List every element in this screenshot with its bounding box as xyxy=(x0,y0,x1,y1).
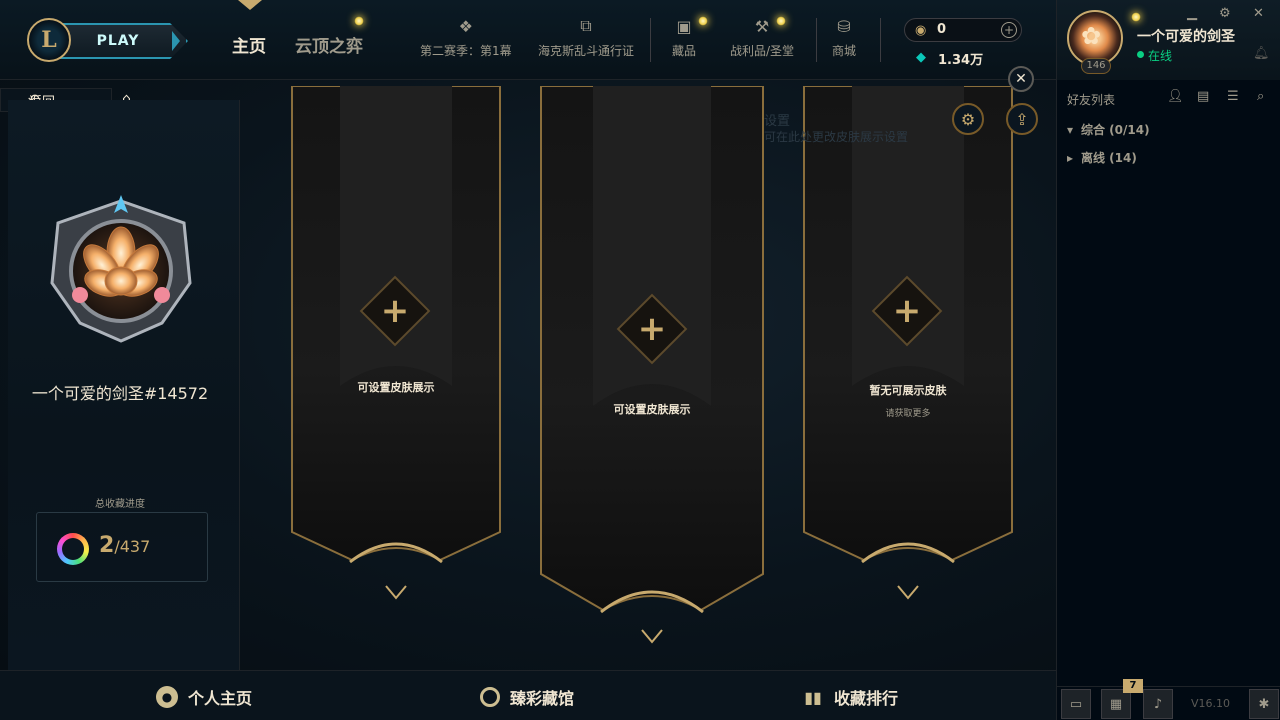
bar-chart-icon: ▮▮ xyxy=(804,687,822,707)
tab-personal-profile[interactable]: ● 个人主页 xyxy=(156,685,252,709)
rp-balance[interactable]: ◉ 0 + xyxy=(904,18,1022,42)
friend-group-general[interactable]: ▾ 综合 (0/14) xyxy=(1067,121,1150,138)
chat-icon: ▭ xyxy=(1069,696,1083,712)
settings-gear-button[interactable]: ⚙ xyxy=(952,103,984,135)
bug-icon: ✱ xyxy=(1258,696,1270,712)
collection-progress-count: 2/437 xyxy=(99,533,151,558)
notifications-button[interactable]: ▦ xyxy=(1101,689,1131,719)
banner-title: 暂无可展示皮肤 xyxy=(869,384,947,397)
loot-notification-dot xyxy=(776,16,786,26)
add-friend-icon[interactable]: 👤︎ xyxy=(1167,89,1184,104)
banner-title: 可设置皮肤展示 xyxy=(357,381,435,394)
search-icon[interactable]: ⌕ xyxy=(1257,89,1264,104)
collection-bag-icon: ▣ xyxy=(676,16,692,36)
play-button[interactable]: PLAY xyxy=(60,23,188,59)
window-close-button[interactable]: ✕ xyxy=(1253,6,1264,21)
rp-value: 0 xyxy=(937,22,947,37)
tab-personal-profile-label: 个人主页 xyxy=(188,689,253,708)
league-logo[interactable]: L xyxy=(27,18,71,62)
level-badge: 146 xyxy=(1081,58,1111,74)
tab-collection-ranking-label: 收藏排行 xyxy=(834,689,899,708)
blue-essence-icon: ◆ xyxy=(916,50,926,65)
coins-icon: ⛁ xyxy=(837,16,851,36)
add-rp-button[interactable]: + xyxy=(1001,22,1017,38)
progress-ring-icon xyxy=(57,533,89,565)
profile-notification-dot xyxy=(1131,12,1141,22)
pass-icon: ⧉ xyxy=(580,16,592,35)
skin-banner-1[interactable]: + 可设置皮肤展示 xyxy=(290,86,502,606)
nav-hextech-label: 海克斯乱斗通行证 xyxy=(538,44,635,58)
nav-hextech-pass[interactable]: ⧉ 海克斯乱斗通行证 xyxy=(538,16,634,66)
collection-progress-box[interactable]: 2/437 xyxy=(36,512,208,582)
share-icon: ⇪ xyxy=(1015,109,1029,129)
tab-home[interactable]: 主页 xyxy=(232,32,266,57)
profile-bottom-nav: ● 个人主页 臻彩藏馆 ▮▮ 收藏排行 xyxy=(0,670,1056,720)
collection-progress-label: 总收藏进度 xyxy=(95,499,145,510)
inbox-icon: ▦ xyxy=(1109,696,1123,712)
microphone-icon: ♪ xyxy=(1153,696,1163,712)
profile-emblem-icon xyxy=(50,195,192,343)
close-button[interactable]: ✕ xyxy=(1008,66,1034,92)
social-footer: ▭ ▦ 7 ♪ V16.10 ✱ xyxy=(1057,679,1280,720)
social-username[interactable]: 一个可爱的剑圣 xyxy=(1137,26,1235,46)
tab-collection-ranking[interactable]: ▮▮ 收藏排行 xyxy=(802,685,898,709)
card-icon: ❖ xyxy=(458,16,473,36)
ring-icon xyxy=(480,687,500,707)
voice-button[interactable]: ♪ xyxy=(1143,689,1173,719)
bug-report-button[interactable]: ✱ xyxy=(1249,689,1279,719)
tft-notification-dot xyxy=(354,16,364,26)
loot-icon: ⚒ xyxy=(754,16,770,36)
gear-icon: ⚙ xyxy=(960,109,976,129)
notification-count-badge: 7 xyxy=(1123,679,1143,693)
active-tab-indicator xyxy=(238,0,262,12)
flower-icon: ✿ xyxy=(1081,22,1102,50)
rp-coin-icon: ◉ xyxy=(915,23,927,38)
social-sidebar: ✿ 146 一个可爱的剑圣 在线 ▁ ⚙ ✕ 🔔︎ 好友列表 👤︎ ▤ ☰ ⌕ … xyxy=(1056,0,1280,720)
tab-tft[interactable]: 云顶之弈 xyxy=(295,32,363,57)
online-status-text[interactable]: 在线 xyxy=(1148,47,1172,64)
top-navigation-bar: PLAY L 主页 云顶之弈 ❖ 第二赛季：第1幕 ⧉ 海克斯乱斗通行证 ▣ 藏… xyxy=(0,0,1056,80)
skin-banner-2[interactable]: + 可设置皮肤展示 xyxy=(539,86,765,646)
tab-prestige-collection[interactable]: 臻彩藏馆 xyxy=(480,685,574,709)
settings-tooltip-hint: 可在此处更改皮肤展示设置 xyxy=(764,130,909,144)
tab-prestige-collection-label: 臻彩藏馆 xyxy=(510,689,575,708)
nav-collection-label: 藏品 xyxy=(672,44,697,58)
nav-store[interactable]: ⛁ 商城 xyxy=(832,16,856,66)
add-folder-icon[interactable]: ▤ xyxy=(1197,89,1209,104)
banner-subtitle: 请获取更多 xyxy=(885,409,931,419)
nav-loot-label: 战利品/圣堂 xyxy=(730,44,795,58)
nav-store-label: 商城 xyxy=(832,44,857,58)
social-profile-header: ✿ 146 一个可爱的剑圣 在线 ▁ ⚙ ✕ 🔔︎ xyxy=(1057,0,1280,80)
settings-tooltip-title: 设置 xyxy=(764,114,791,129)
client-version: V16.10 xyxy=(1191,697,1231,710)
banner-title: 可设置皮肤展示 xyxy=(613,403,691,416)
chat-button[interactable]: ▭ xyxy=(1061,689,1091,719)
share-button[interactable]: ⇪ xyxy=(1006,103,1038,135)
online-status-dot xyxy=(1137,51,1144,58)
collection-notification-dot xyxy=(698,16,708,26)
friends-list-title: 好友列表 xyxy=(1067,93,1116,107)
blue-essence-value: 1.34万 xyxy=(938,53,984,68)
player-name: 一个可爱的剑圣#14572 xyxy=(31,384,209,403)
nav-season-label: 第二赛季：第1幕 xyxy=(420,44,512,58)
bell-icon[interactable]: 🔔︎ xyxy=(1253,46,1270,61)
settings-icon[interactable]: ⚙ xyxy=(1219,6,1231,21)
nav-season-pass[interactable]: ❖ 第二赛季：第1幕 xyxy=(420,16,512,66)
nav-divider xyxy=(816,18,817,62)
user-icon: ● xyxy=(156,686,178,708)
close-icon: ✕ xyxy=(1015,71,1027,87)
skin-showcase-area: + 可设置皮肤展示 + 可设置皮肤展示 + 暂无可展示皮肤 请获取更多 xyxy=(242,86,1056,670)
minimize-button[interactable]: ▁ xyxy=(1187,6,1197,21)
nav-collection[interactable]: ▣ 藏品 xyxy=(672,16,696,66)
skin-banner-3[interactable]: + 暂无可展示皮肤 请获取更多 xyxy=(802,86,1014,606)
friend-group-offline[interactable]: ▸ 离线 (14) xyxy=(1067,149,1137,166)
nav-divider xyxy=(650,18,651,62)
list-view-icon[interactable]: ☰ xyxy=(1227,89,1239,104)
nav-divider xyxy=(880,18,881,62)
